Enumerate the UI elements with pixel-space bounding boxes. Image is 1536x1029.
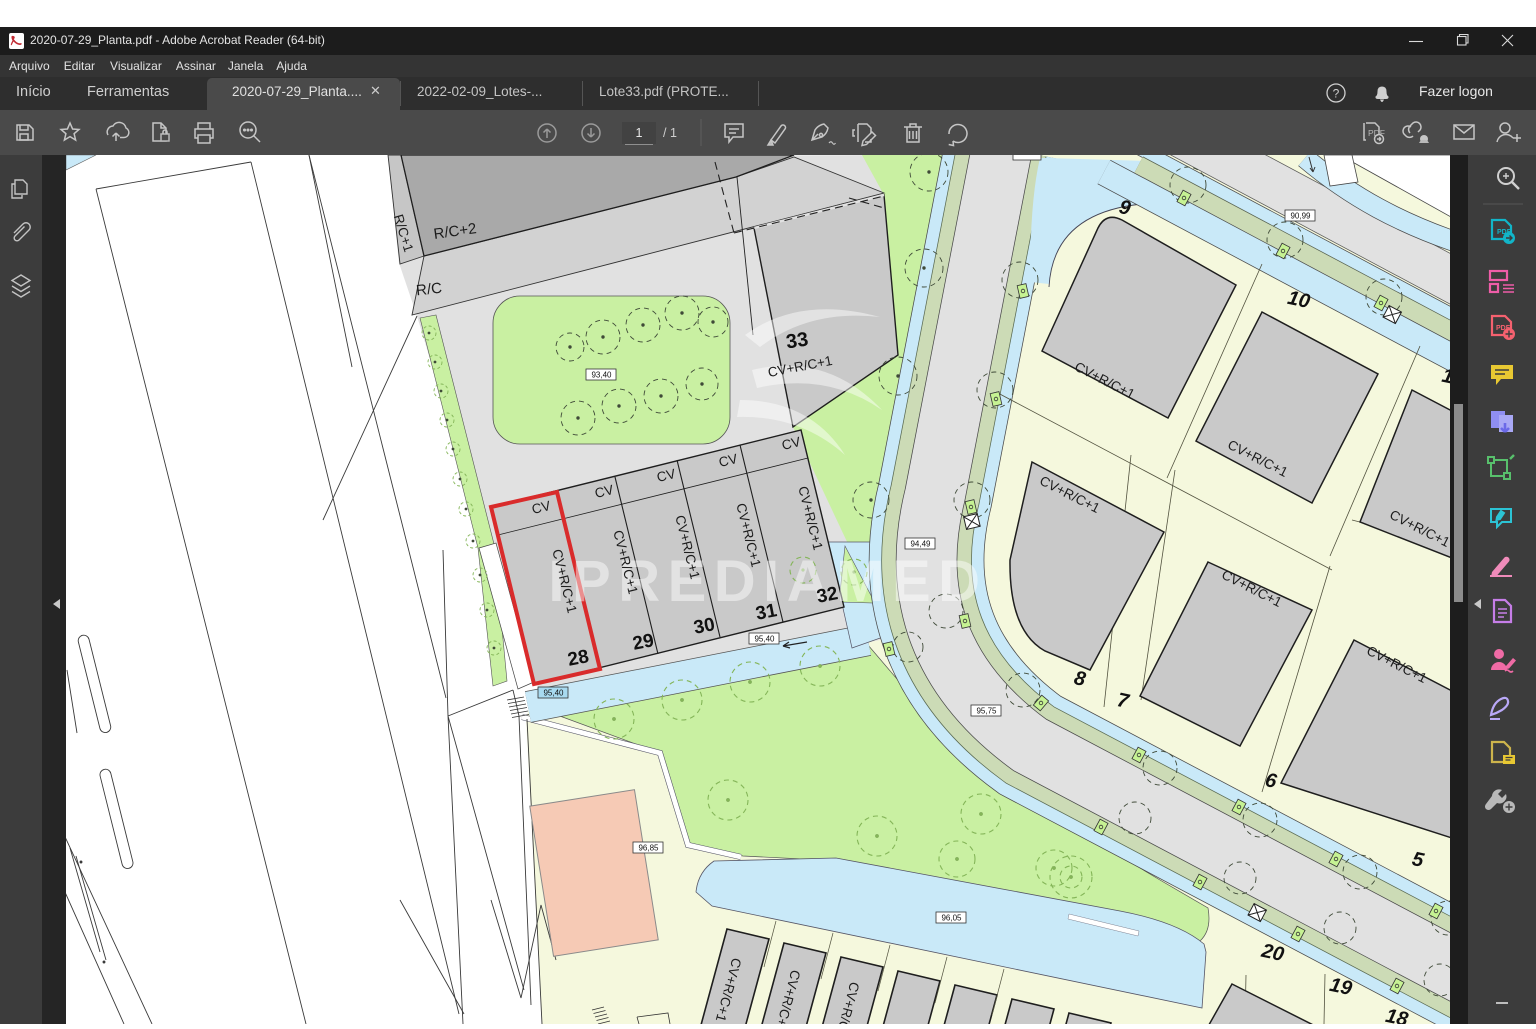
svg-text:33: 33	[785, 329, 810, 354]
svg-text:95,75: 95,75	[976, 707, 997, 716]
svg-text:95,40: 95,40	[754, 635, 775, 644]
svg-text:32: 32	[815, 583, 840, 608]
svg-text:95,40: 95,40	[543, 689, 564, 698]
svg-text:30: 30	[692, 614, 717, 639]
svg-text:R/C: R/C	[415, 280, 443, 300]
svg-text:96,05: 96,05	[941, 914, 962, 923]
svg-text:29: 29	[631, 630, 656, 655]
svg-text:94,49: 94,49	[910, 540, 931, 549]
svg-text:/ 1: / 1	[663, 126, 677, 140]
svg-text:1: 1	[636, 126, 643, 140]
svg-text:93,40: 93,40	[591, 371, 612, 380]
svg-text:31: 31	[754, 600, 779, 625]
svg-text:90,99: 90,99	[1290, 212, 1311, 221]
svg-text:10: 10	[1286, 287, 1312, 313]
svg-text:96,85: 96,85	[638, 844, 659, 853]
svg-text:28: 28	[566, 646, 591, 671]
svg-text:?: ?	[1333, 87, 1340, 101]
